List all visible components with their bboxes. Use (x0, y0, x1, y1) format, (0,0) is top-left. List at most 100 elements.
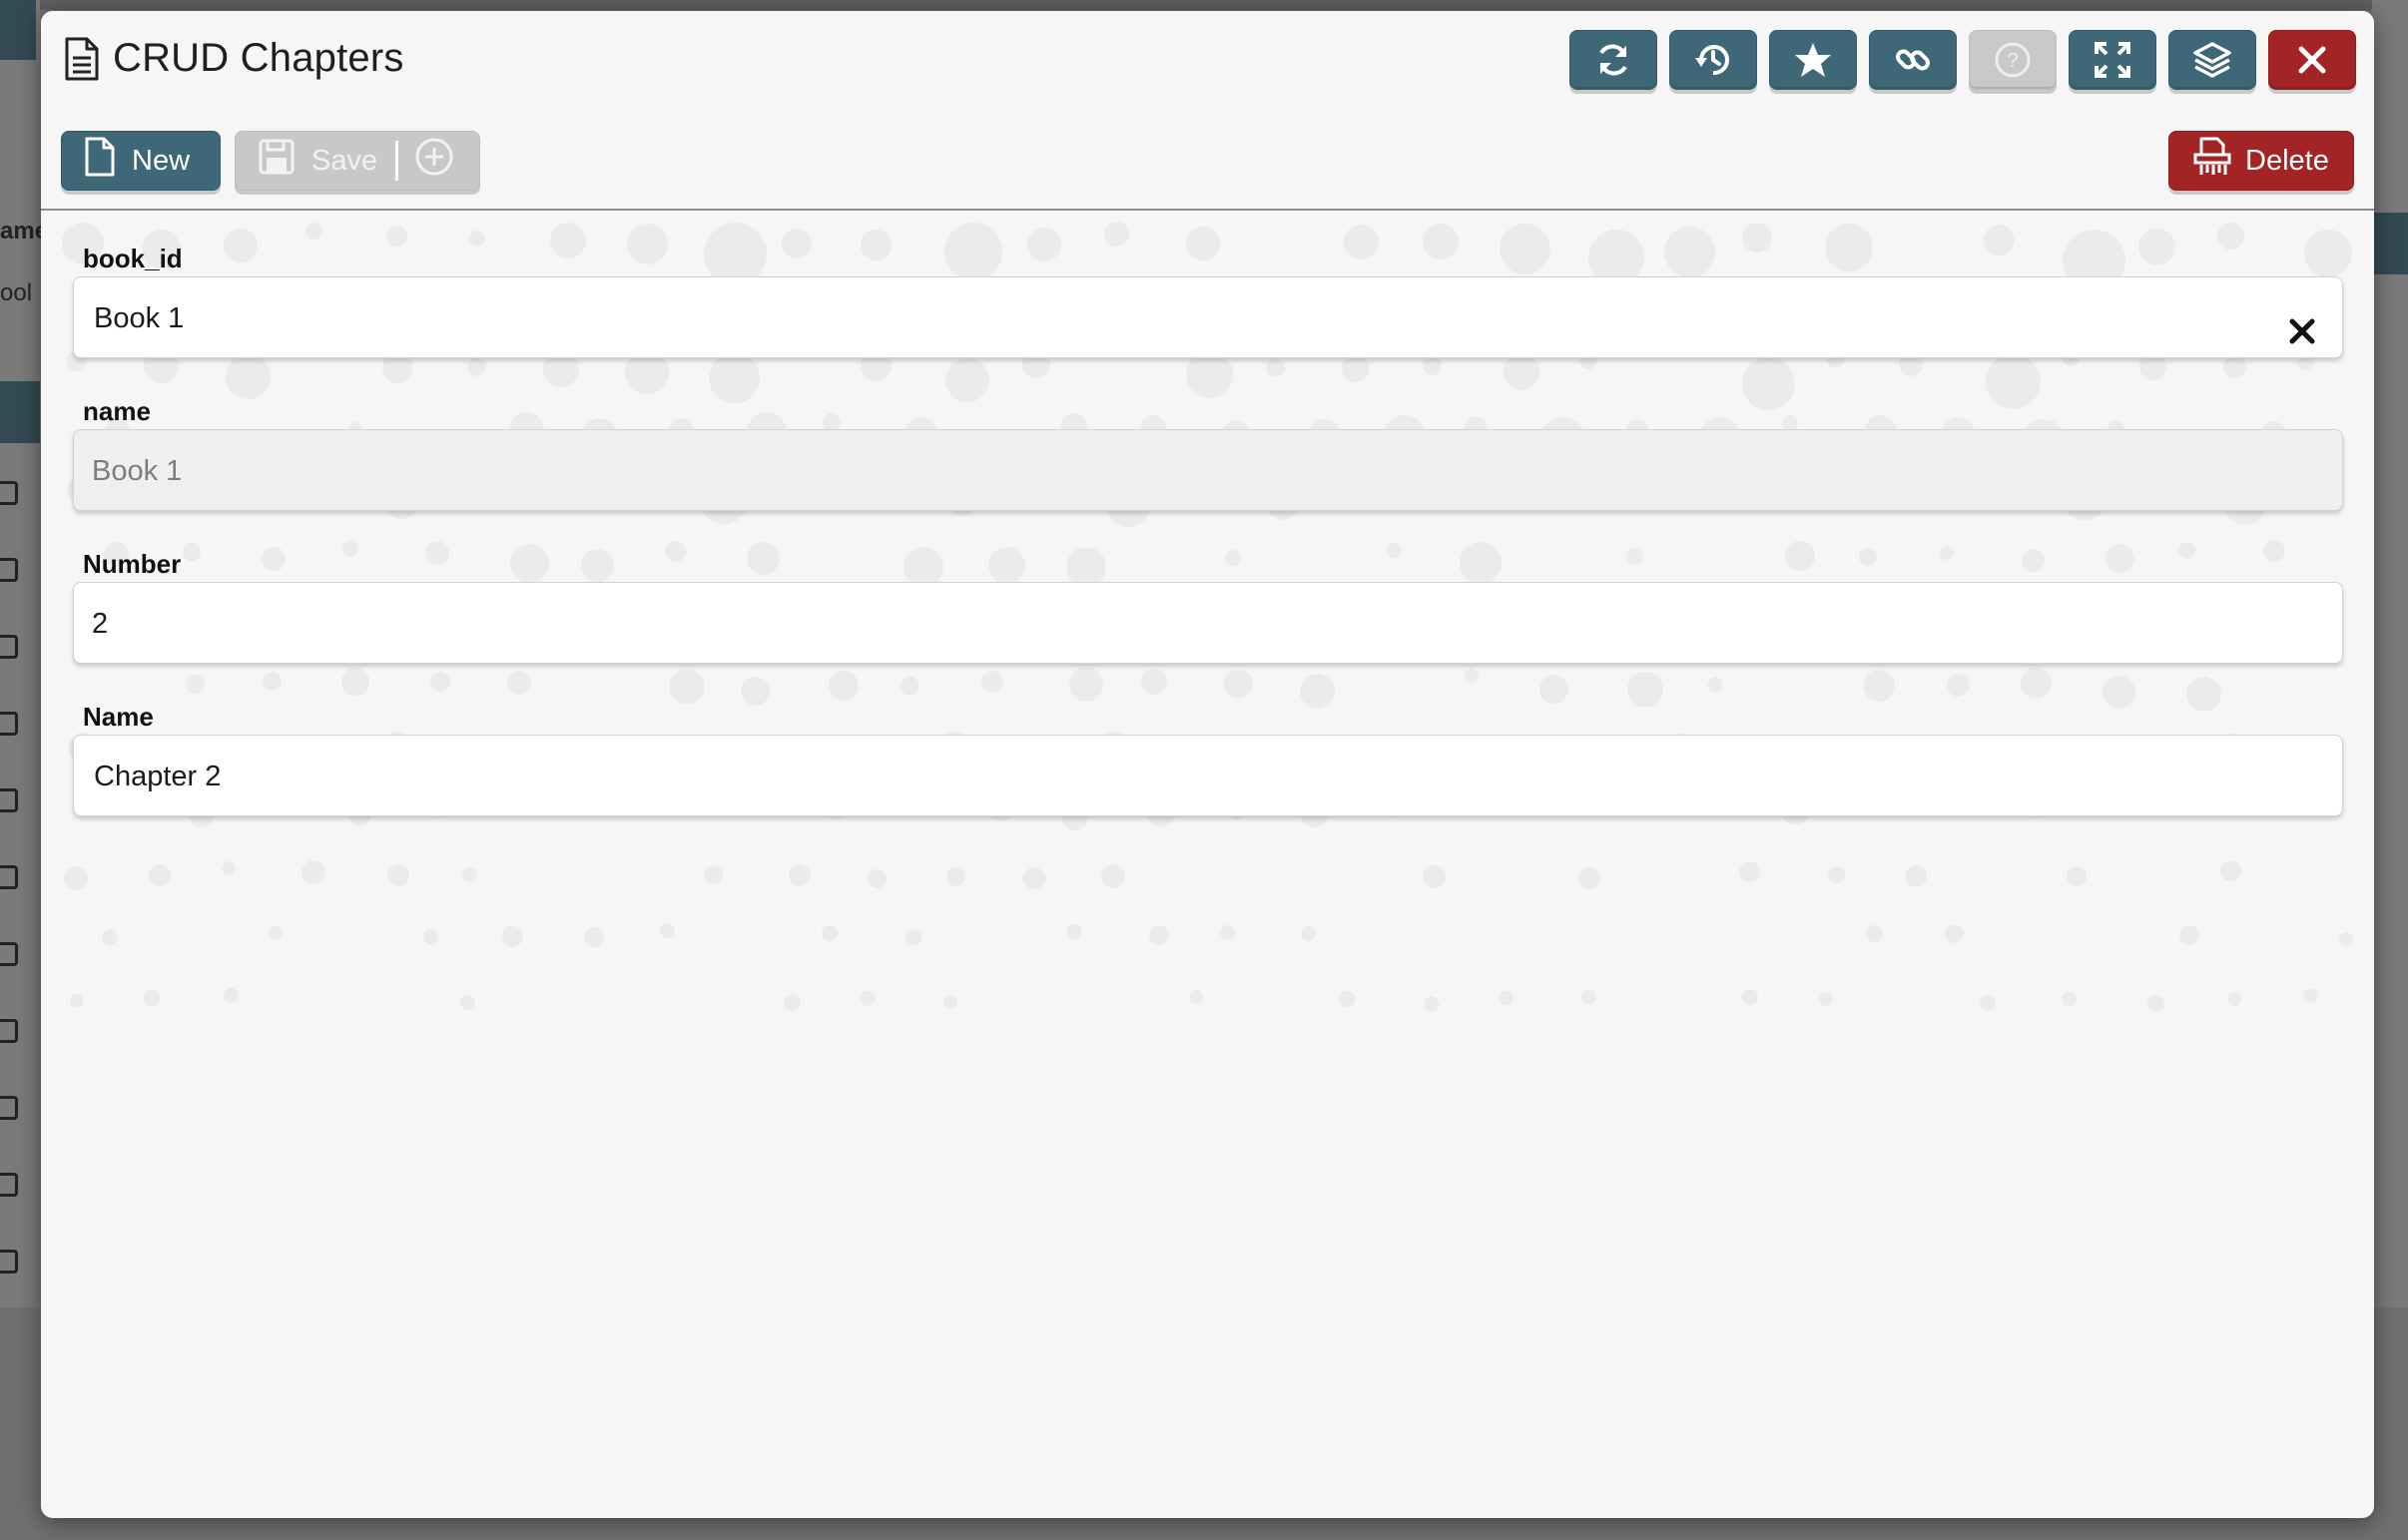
help-icon: ? (1993, 40, 2033, 80)
save-button[interactable]: Save (235, 131, 480, 191)
modal-title: CRUD Chapters (113, 36, 404, 80)
background-row-checkbox (0, 1019, 18, 1043)
decorative-dot (101, 929, 118, 946)
decorative-dot (1066, 923, 1083, 940)
decorative-dot (2339, 932, 2354, 947)
decorative-dot (460, 995, 476, 1011)
decorative-dot (1422, 865, 1446, 889)
decorative-dot (422, 928, 438, 944)
decorative-dot (1580, 989, 1596, 1005)
background-row-checkbox (0, 635, 18, 659)
shredder-icon (2193, 137, 2231, 185)
background-row-checkbox (0, 481, 18, 505)
background-row-checkbox (0, 942, 18, 966)
decorative-dot (1578, 866, 1601, 889)
save-split-divider (395, 141, 399, 181)
layers-icon (2192, 40, 2232, 80)
decorative-dot (64, 866, 89, 890)
decorative-dot (222, 860, 237, 875)
save-and-new-icon[interactable] (414, 137, 454, 185)
decorative-dot (943, 994, 958, 1009)
background-cell: ool (0, 279, 33, 306)
book-name-readonly-input: Book 1 (73, 429, 2343, 511)
decorative-dot (1499, 990, 1513, 1005)
decorative-dot (1148, 924, 1169, 945)
decorative-dot (2062, 991, 2078, 1007)
decorative-dot (2146, 995, 2164, 1013)
delete-button[interactable]: Delete (2168, 131, 2354, 191)
new-button-label: New (132, 144, 191, 177)
modal-title-group: CRUD Chapters (63, 36, 404, 81)
number-label: Number (83, 549, 182, 579)
number-value: 2 (92, 608, 109, 640)
decorative-dot (148, 863, 171, 886)
background-row-checkbox (0, 865, 18, 889)
book-name-label: name (83, 396, 151, 426)
layers-button[interactable] (2168, 30, 2256, 90)
decorative-dot (867, 868, 887, 888)
save-icon (258, 138, 296, 184)
fullscreen-button[interactable] (2069, 30, 2156, 90)
star-icon (1793, 40, 1833, 80)
svg-text:?: ? (2007, 50, 2018, 72)
decorative-dot (584, 926, 605, 947)
decorative-dot (304, 223, 322, 241)
decorative-dot (783, 993, 801, 1011)
decorative-dot (2067, 866, 2088, 887)
decorative-dot (269, 926, 284, 941)
modal-header: CRUD Chapters ? New Save Delete (41, 11, 2374, 211)
decorative-dot (2219, 860, 2241, 882)
close-icon (2292, 40, 2332, 80)
decorative-dot (1827, 865, 1845, 883)
clear-icon[interactable] (2284, 299, 2320, 344)
decorative-dot (1866, 924, 1884, 942)
decorative-dot (1300, 925, 1316, 941)
decorative-dot (905, 929, 922, 946)
new-button[interactable]: New (61, 131, 221, 191)
link-button[interactable] (1869, 30, 1957, 90)
background-right-panel (2372, 0, 2408, 1307)
decorative-dot (1219, 925, 1235, 940)
decorative-dot (946, 866, 966, 886)
background-row-checkbox (0, 1250, 18, 1274)
decorative-dot (1819, 991, 1834, 1006)
background-row-checkbox (0, 1173, 18, 1197)
chapter-form: book_id Book 1 name Book 1 Number 2 Name… (73, 241, 2343, 851)
decorative-dot (70, 994, 85, 1009)
window-toolbar: ? (1569, 30, 2356, 90)
background-nav-button (0, 0, 36, 60)
decorative-dot (223, 987, 239, 1003)
link-icon (1893, 40, 1933, 80)
history-icon (1693, 40, 1733, 80)
decorative-dot (1980, 995, 1997, 1012)
decorative-dot (2178, 924, 2199, 945)
chapter-name-input[interactable]: Chapter 2 (73, 735, 2343, 816)
book-id-select[interactable]: Book 1 (73, 276, 2343, 358)
field-book-id: book_id Book 1 (73, 241, 2343, 358)
history-button[interactable] (1669, 30, 1757, 90)
help-button[interactable]: ? (1969, 30, 2057, 90)
save-button-label: Save (311, 144, 378, 177)
decorative-dot (1742, 989, 1759, 1006)
close-button[interactable] (2268, 30, 2356, 90)
decorative-dot (1944, 924, 1964, 944)
decorative-dot (301, 860, 326, 885)
number-input[interactable]: 2 (73, 582, 2343, 664)
book-id-label: book_id (83, 244, 183, 273)
background-header-cell (2372, 213, 2408, 274)
background-toolbar-button (0, 381, 40, 443)
refresh-button[interactable] (1569, 30, 1657, 90)
chapter-name-value: Chapter 2 (94, 761, 222, 792)
decorative-dot (2303, 987, 2319, 1003)
decorative-dot (660, 923, 676, 939)
decorative-dot (861, 991, 877, 1007)
favorite-button[interactable] (1769, 30, 1857, 90)
field-chapter-name: Name Chapter 2 (73, 699, 2343, 816)
decorative-dot (2226, 991, 2241, 1006)
refresh-icon (1593, 40, 1633, 80)
delete-button-label: Delete (2245, 144, 2329, 177)
decorative-dot (461, 866, 477, 882)
decorative-dot (789, 863, 812, 886)
decorative-dot (703, 864, 723, 884)
decorative-dot (1904, 864, 1927, 887)
